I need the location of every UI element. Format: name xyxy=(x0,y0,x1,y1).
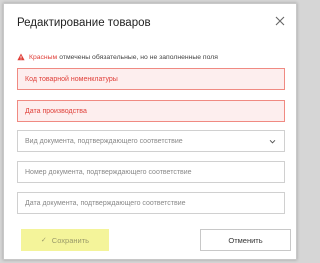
chevron-down-icon xyxy=(269,138,276,145)
dialog-title: Редактирование товаров xyxy=(17,17,151,29)
product-code-field[interactable]: Код товарной номенклатуры xyxy=(17,68,285,90)
required-highlight-word: Красным xyxy=(29,53,58,61)
document-type-select[interactable]: Вид документа, подтверждающего соответст… xyxy=(17,130,285,152)
document-number-placeholder: Номер документа, подтверждающего соответ… xyxy=(25,168,192,176)
close-icon[interactable] xyxy=(273,14,287,28)
cancel-button-label: Отменить xyxy=(228,235,263,245)
edit-goods-dialog: Редактирование товаров Красным отмечены … xyxy=(3,3,297,260)
document-date-placeholder: Дата документа, подтверждающего соответс… xyxy=(25,199,186,207)
save-button-label: Сохранить xyxy=(51,235,90,245)
document-type-placeholder: Вид документа, подтверждающего соответст… xyxy=(25,137,183,145)
required-fields-notice: Красным отмечены обязательные, но не зап… xyxy=(17,53,218,61)
document-date-field[interactable]: Дата документа, подтверждающего соответс… xyxy=(17,192,285,214)
production-date-placeholder: Дата производства xyxy=(25,107,87,115)
product-code-placeholder: Код товарной номенклатуры xyxy=(25,75,118,83)
document-number-field[interactable]: Номер документа, подтверждающего соответ… xyxy=(17,161,285,183)
checkmark-icon: ✓ xyxy=(40,237,47,244)
production-date-field[interactable]: Дата производства xyxy=(17,100,285,122)
notice-text: отмечены обязательные, но не заполненные… xyxy=(59,53,218,61)
cancel-button[interactable]: Отменить xyxy=(200,229,291,251)
warning-triangle-icon xyxy=(17,53,25,61)
save-button[interactable]: ✓ Сохранить xyxy=(21,229,109,251)
